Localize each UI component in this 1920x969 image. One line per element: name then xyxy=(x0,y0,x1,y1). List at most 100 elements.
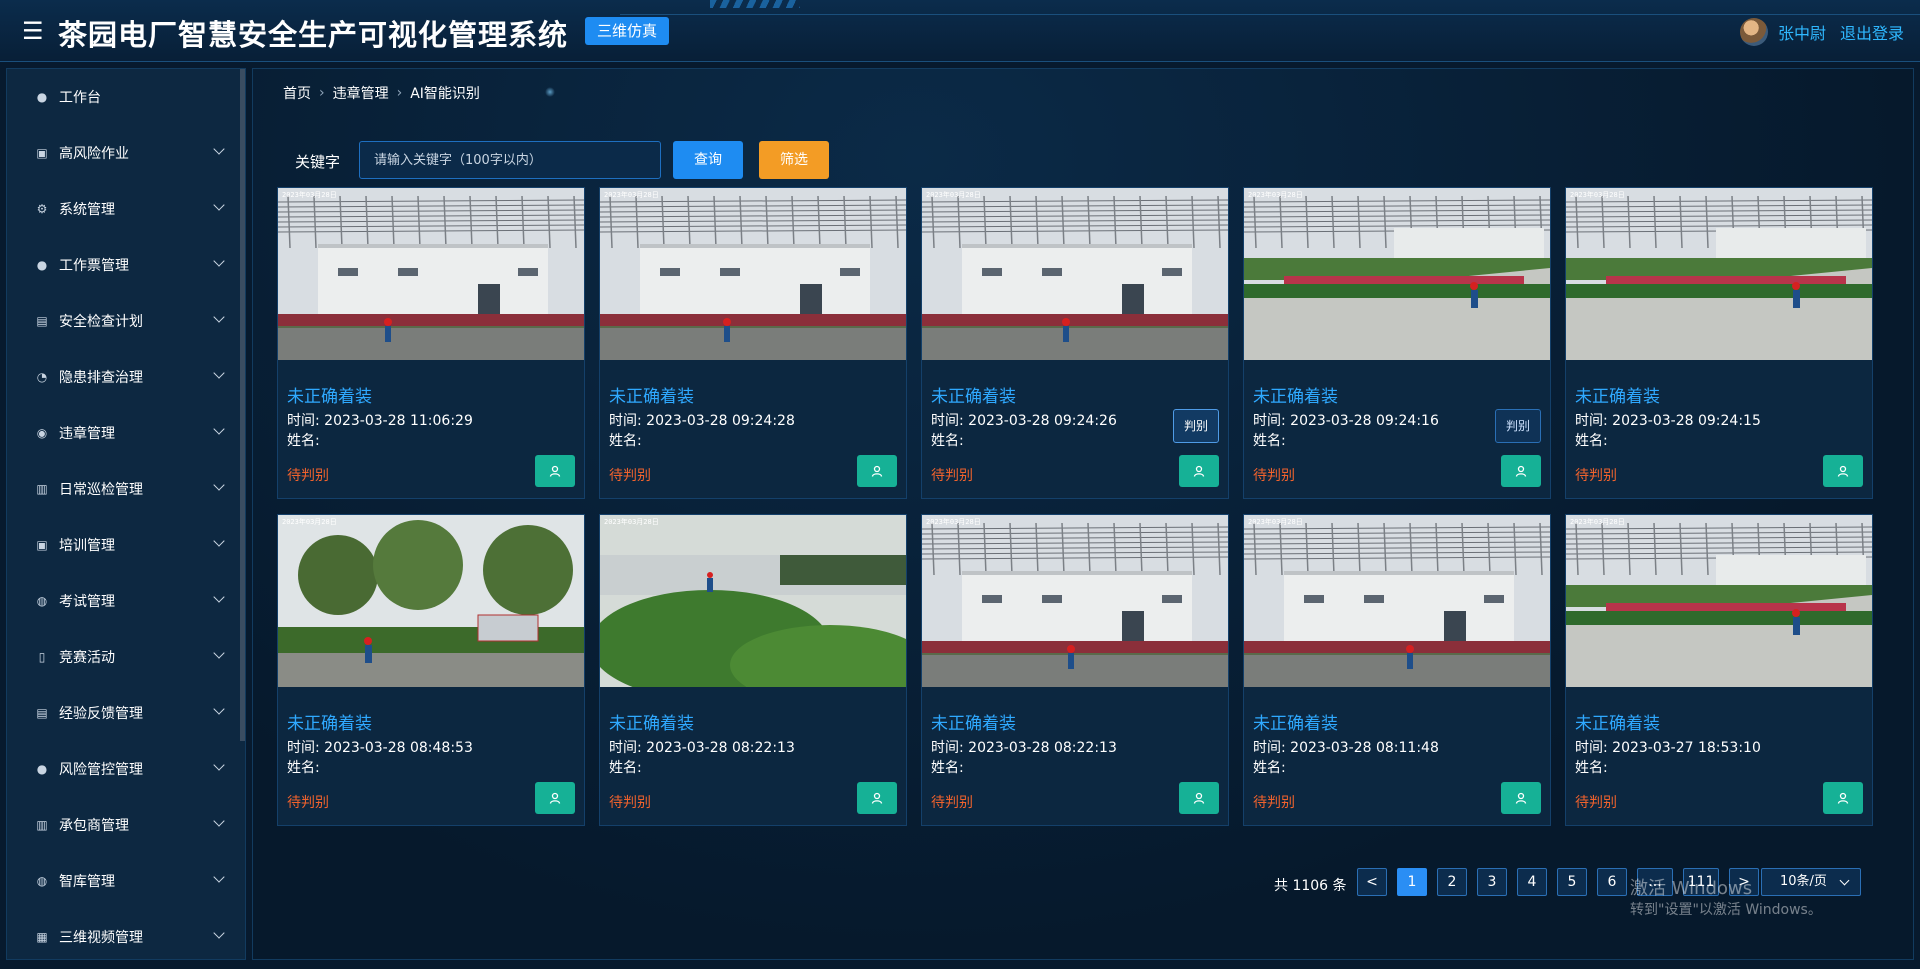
breadcrumb-level2[interactable]: 违章管理 xyxy=(333,83,389,103)
violation-snapshot-image[interactable]: 2023年03月28日 xyxy=(1566,188,1872,360)
violation-snapshot-image[interactable]: 2023年03月28日 xyxy=(278,515,584,687)
assign-person-button[interactable] xyxy=(1501,455,1541,487)
assign-person-button[interactable] xyxy=(1179,455,1219,487)
violation-card[interactable]: 2023年03月28日 未正确着装 时间: 2023-03-28 08:22:13 姓… xyxy=(921,514,1229,826)
sidebar-item[interactable]: ▣ 高风险作业 xyxy=(7,125,245,181)
sidebar-item-label: 违章管理 xyxy=(59,426,115,442)
svg-text:2023年03月28日: 2023年03月28日 xyxy=(926,517,981,526)
page-number-button[interactable]: 1 xyxy=(1397,868,1427,896)
violation-title[interactable]: 未正确着装 xyxy=(287,382,372,407)
sidebar-item[interactable]: ▥ 承包商管理 xyxy=(7,797,245,853)
violation-snapshot-image[interactable]: 2023年03月28日 xyxy=(922,188,1228,360)
user-icon xyxy=(871,792,883,804)
user-name[interactable]: 张中尉 xyxy=(1778,20,1826,44)
page-size-select[interactable]: 10条/页 xyxy=(1761,868,1861,896)
violation-snapshot-image[interactable]: 2023年03月28日 xyxy=(1566,515,1872,687)
violation-card[interactable]: 2023年03月28日 未正确着装 时间: 2023-03-28 08:48:53 姓… xyxy=(277,514,585,826)
violation-card[interactable]: 2023年03月28日 未正确着装 时间: 2023-03-27 18:53:10 姓… xyxy=(1565,514,1873,826)
violation-title[interactable]: 未正确着装 xyxy=(931,382,1016,407)
sidebar-item[interactable]: ▥ 日常巡检管理 xyxy=(7,461,245,517)
chevron-down-icon xyxy=(213,255,225,267)
sidebar-item[interactable]: ▣ 培训管理 xyxy=(7,517,245,573)
violation-person-name: 姓名: xyxy=(931,760,964,776)
assign-person-button[interactable] xyxy=(535,455,575,487)
status-badge: 待判别 xyxy=(931,468,973,484)
menu-toggle-icon[interactable]: ☰ xyxy=(22,18,48,44)
assign-person-button[interactable] xyxy=(857,782,897,814)
judge-button[interactable]: 判别 xyxy=(1495,409,1541,443)
sidebar-item[interactable]: ▤ 安全检查计划 xyxy=(7,293,245,349)
prev-page-button[interactable]: < xyxy=(1357,868,1387,896)
page-number-button[interactable]: 3 xyxy=(1477,868,1507,896)
assign-person-button[interactable] xyxy=(535,782,575,814)
violation-snapshot-image[interactable]: 2023年03月28日 xyxy=(600,188,906,360)
violation-snapshot-image[interactable]: 2023年03月28日 xyxy=(278,188,584,360)
violation-title[interactable]: 未正确着装 xyxy=(1253,382,1338,407)
sidebar-item[interactable]: ⚙ 系统管理 xyxy=(7,181,245,237)
sidebar-item[interactable]: ● 工作票管理 xyxy=(7,237,245,293)
sidebar-item[interactable]: ▤ 经验反馈管理 xyxy=(7,685,245,741)
user-area: 张中尉 退出登录 xyxy=(1739,18,1904,46)
violation-card[interactable]: 2023年03月28日 未正确着装 时间: 2023-03-28 08:11:48 姓… xyxy=(1243,514,1551,826)
filter-button[interactable]: 筛选 xyxy=(759,141,829,179)
violation-time: 时间: 2023-03-28 09:24:15 xyxy=(1575,413,1761,429)
logout-link[interactable]: 退出登录 xyxy=(1840,20,1904,44)
breadcrumb-home[interactable]: 首页 xyxy=(283,83,311,103)
svg-text:2023年03月28日: 2023年03月28日 xyxy=(1570,190,1625,199)
violation-title[interactable]: 未正确着装 xyxy=(609,382,694,407)
keyword-input[interactable] xyxy=(359,141,661,179)
3d-simulation-button[interactable]: 三维仿真 xyxy=(585,17,669,45)
violation-title[interactable]: 未正确着装 xyxy=(1253,709,1338,734)
user-icon xyxy=(871,465,883,477)
sidebar-item[interactable]: ▯ 竞赛活动 xyxy=(7,629,245,685)
assign-person-button[interactable] xyxy=(1823,455,1863,487)
judge-button[interactable]: 判别 xyxy=(1173,409,1219,443)
violation-snapshot-image[interactable]: 2023年03月28日 xyxy=(600,515,906,687)
violation-card[interactable]: 2023年03月28日未正确着装时间: 2023-03-28 09:24:15 姓… xyxy=(1565,187,1873,499)
page-number-button[interactable]: 2 xyxy=(1437,868,1467,896)
violation-card[interactable]: 2023年03月28日 未正确着装 时间: 2023-03-28 09:24:26 姓… xyxy=(921,187,1229,499)
violation-title[interactable]: 未正确着装 xyxy=(609,709,694,734)
avatar[interactable] xyxy=(1739,18,1768,46)
page-number-button[interactable]: 4 xyxy=(1517,868,1547,896)
page-number-button[interactable]: 6 xyxy=(1597,868,1627,896)
violation-snapshot-image[interactable]: 2023年03月28日 xyxy=(1244,188,1550,360)
sidebar-item[interactable]: ◔ 隐患排查治理 xyxy=(7,349,245,405)
chevron-down-icon xyxy=(213,311,225,323)
violation-card[interactable]: 2023年03月28日 未正确着装 时间: 2023-03-28 11:06:29 姓… xyxy=(277,187,585,499)
sidebar-scrollbar[interactable] xyxy=(240,69,245,741)
violation-card[interactable]: 2023年03月28日 未正确着装 时间: 2023-03-28 08:22:13 姓… xyxy=(599,514,907,826)
violation-person-name: 姓名: xyxy=(1575,433,1608,449)
assign-person-button[interactable] xyxy=(857,455,897,487)
query-button[interactable]: 查询 xyxy=(673,141,743,179)
sidebar-item-label: 竞赛活动 xyxy=(59,650,115,666)
violation-title[interactable]: 未正确着装 xyxy=(1575,709,1660,734)
svg-text:2023年03月28日: 2023年03月28日 xyxy=(604,190,659,199)
chart-icon: ▣ xyxy=(36,146,48,160)
sidebar-item-label: 高风险作业 xyxy=(59,146,129,162)
page-number-button[interactable]: 5 xyxy=(1557,868,1587,896)
violation-card[interactable]: 2023年03月28日 未正确着装 时间: 2023-03-28 09:24:28 姓… xyxy=(599,187,907,499)
violation-card[interactable]: 2023年03月28日 未正确着装 时间: 2023-03-28 09:24:16 姓… xyxy=(1243,187,1551,499)
violation-snapshot-image[interactable]: 2023年03月28日 xyxy=(1244,515,1550,687)
sidebar-item[interactable]: ◉ 违章管理 xyxy=(7,405,245,461)
assign-person-button[interactable] xyxy=(1501,782,1541,814)
sidebar-menu: ● 工作台 ▣ 高风险作业 ⚙ 系统管理 ● 工作票管理 ▤ 安全检查计划 ◔ 隐患排查治理 ◉ 违章管理… xyxy=(7,69,245,959)
user-icon xyxy=(1193,792,1205,804)
sidebar-item[interactable]: ● 风险管控管理 xyxy=(7,741,245,797)
sidebar-item[interactable]: ◍ 智库管理 xyxy=(7,853,245,909)
sidebar-item[interactable]: ● 工作台 xyxy=(7,69,245,125)
status-badge: 待判别 xyxy=(931,795,973,811)
violation-person-name: 姓名: xyxy=(1253,760,1286,776)
violation-snapshot-image[interactable]: 2023年03月28日 xyxy=(922,515,1228,687)
sidebar-item-label: 工作台 xyxy=(59,90,101,106)
violation-title[interactable]: 未正确着装 xyxy=(1575,382,1660,407)
sidebar-item[interactable]: ◍ 考试管理 xyxy=(7,573,245,629)
assign-person-button[interactable] xyxy=(1179,782,1219,814)
sidebar-item[interactable]: ▦ 三维视频管理 xyxy=(7,909,245,959)
assign-person-button[interactable] xyxy=(1823,782,1863,814)
violation-title[interactable]: 未正确着装 xyxy=(287,709,372,734)
user-icon: ● xyxy=(36,90,48,104)
violation-time: 时间: 2023-03-28 09:24:16 xyxy=(1253,413,1439,429)
violation-title[interactable]: 未正确着装 xyxy=(931,709,1016,734)
